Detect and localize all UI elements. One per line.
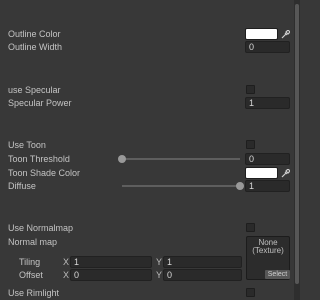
use-normalmap-checkbox[interactable] [246,223,255,232]
use-normalmap-label: Use Normalmap [8,223,74,233]
use-specular-label: use Specular [8,85,61,95]
toon-shade-color-label: Toon Shade Color [8,168,81,178]
toon-threshold-field[interactable]: 0 [245,153,290,165]
tiling-x-field[interactable]: 1 [70,256,152,268]
use-rimlight-label: Use Rimlight [8,288,60,298]
specular-power-field[interactable]: 1 [245,97,290,109]
texture-type-text: (Texture) [252,246,284,255]
offset-x-field[interactable]: 0 [70,269,152,281]
specular-power-label: Specular Power [8,98,72,108]
normal-map-label: Normal map [8,237,58,247]
outline-width-label: Outline Width [8,42,63,52]
eyedropper-icon[interactable] [280,28,290,40]
toon-threshold-slider-track[interactable] [122,158,240,160]
offset-y-label: Y [156,270,163,280]
offset-x-label: X [63,270,70,280]
outline-color-label: Outline Color [8,29,61,39]
use-toon-checkbox[interactable] [246,140,255,149]
outline-width-field[interactable]: 0 [245,41,290,53]
diffuse-slider-knob[interactable] [236,182,244,190]
use-rimlight-checkbox[interactable] [246,288,255,297]
tiling-label: Tiling [19,257,41,267]
eyedropper-icon[interactable] [280,167,290,179]
offset-y-field[interactable]: 0 [163,269,242,281]
tiling-y-field[interactable]: 1 [163,256,242,268]
tiling-y-label: Y [156,257,163,267]
diffuse-field[interactable]: 1 [245,180,290,192]
outline-color-swatch[interactable] [245,28,278,40]
offset-label: Offset [19,270,43,280]
texture-select-button[interactable]: Select [265,270,290,279]
use-specular-checkbox[interactable] [246,85,255,94]
diffuse-label: Diffuse [8,181,36,191]
toon-threshold-label: Toon Threshold [8,154,70,164]
tiling-x-label: X [63,257,70,267]
toon-threshold-slider-knob[interactable] [118,155,126,163]
scrollbar-thumb[interactable] [295,4,299,284]
diffuse-slider-track[interactable] [122,185,240,187]
toon-shade-color-swatch[interactable] [245,167,278,179]
use-toon-label: Use Toon [8,140,46,150]
